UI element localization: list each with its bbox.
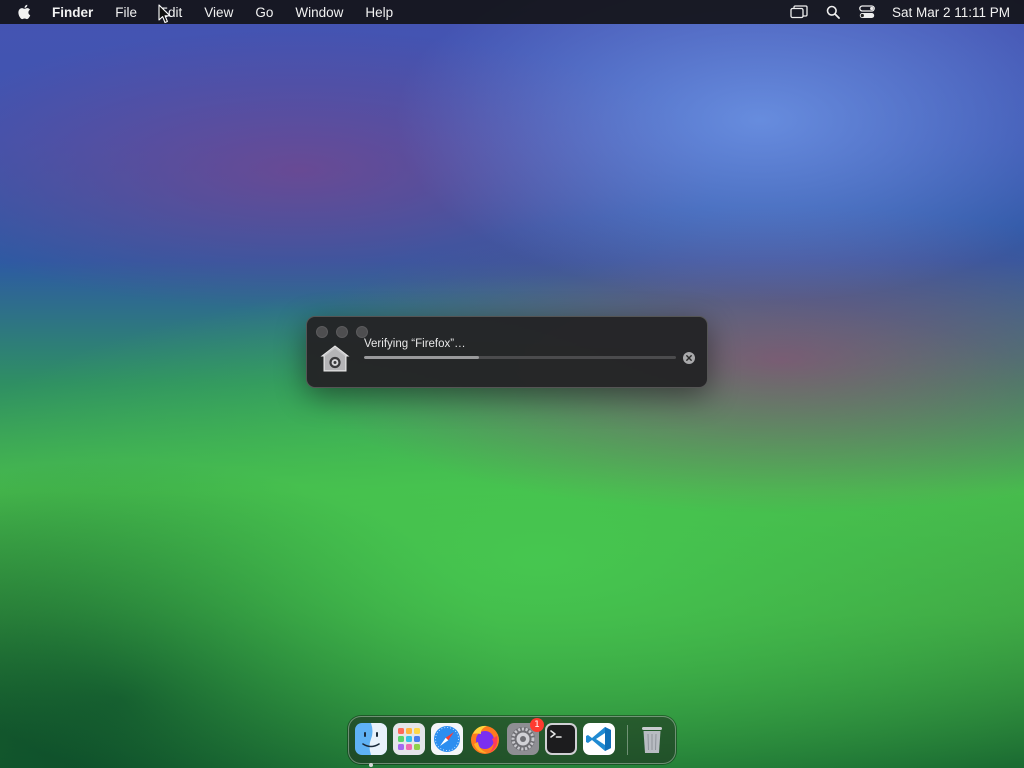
vscode-icon	[583, 723, 615, 755]
dock-item-system-settings[interactable]: 1	[506, 718, 544, 756]
menu-bar-clock[interactable]: Sat Mar 2 11:11 PM	[884, 5, 1010, 20]
menu-go[interactable]: Go	[244, 0, 284, 24]
dock-item-finder[interactable]	[354, 722, 388, 767]
menu-help[interactable]: Help	[354, 0, 404, 24]
notification-badge: 1	[530, 718, 544, 732]
running-indicator	[369, 763, 373, 767]
dock-separator	[627, 725, 628, 755]
launchpad-icon	[393, 723, 425, 755]
progress-fill	[364, 356, 480, 359]
menu-view[interactable]: View	[193, 0, 244, 24]
dialog-title: Verifying “Firefox”…	[364, 338, 466, 350]
dock-item-vscode[interactable]	[582, 722, 616, 756]
dock-item-trash[interactable]	[635, 722, 669, 756]
close-icon	[686, 355, 692, 361]
dock: 1	[348, 716, 676, 767]
security-verify-icon	[320, 345, 350, 372]
window-controls	[316, 326, 368, 338]
spotlight-search-icon[interactable]	[816, 0, 850, 24]
dock-item-safari[interactable]	[430, 722, 464, 756]
dock-item-launchpad[interactable]	[392, 722, 426, 756]
verifying-dialog: Verifying “Firefox”…	[306, 316, 708, 388]
apple-logo-icon[interactable]	[0, 0, 48, 24]
cancel-verification-button[interactable]	[683, 352, 695, 364]
menu-app-finder[interactable]: Finder	[48, 0, 104, 24]
zoom-window-button[interactable]	[356, 326, 368, 338]
mouse-cursor-icon	[158, 4, 171, 24]
verification-progress-bar	[364, 356, 676, 359]
minimize-window-button[interactable]	[336, 326, 348, 338]
screen-mirroring-icon[interactable]	[782, 0, 816, 24]
safari-icon	[431, 723, 463, 755]
finder-icon	[355, 723, 387, 755]
dock-item-firefox[interactable]	[468, 722, 502, 756]
control-center-icon[interactable]	[850, 0, 884, 24]
menu-window[interactable]: Window	[284, 0, 354, 24]
menu-file[interactable]: File	[104, 0, 148, 24]
close-window-button[interactable]	[316, 326, 328, 338]
menu-bar: Finder File Edit View Go Window Help Sat…	[0, 0, 1024, 24]
firefox-icon	[471, 725, 499, 754]
terminal-icon	[545, 723, 577, 755]
dock-item-terminal[interactable]	[544, 722, 578, 756]
trash-icon	[642, 727, 662, 753]
